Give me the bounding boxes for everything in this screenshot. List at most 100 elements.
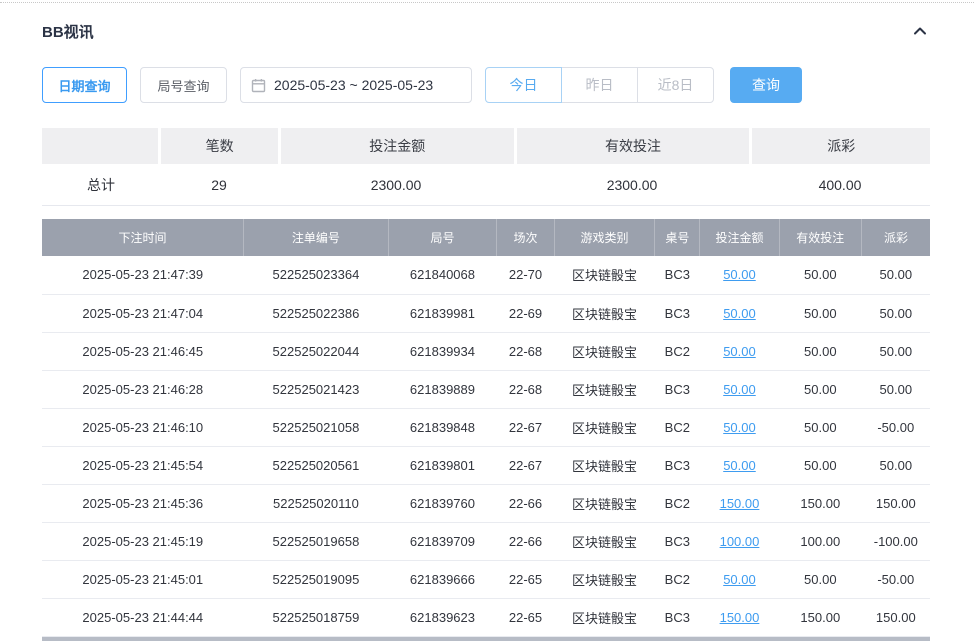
cell-table-no: BC3 bbox=[655, 256, 700, 294]
table-row: 2025-05-23 21:47:04 522525022386 6218399… bbox=[42, 294, 930, 332]
bet-amount-link[interactable]: 50.00 bbox=[723, 306, 756, 321]
quick-range-yesterday-button[interactable]: 昨日 bbox=[561, 67, 638, 103]
cell-bet-time: 2025-05-23 21:45:01 bbox=[42, 560, 244, 598]
quick-range-today-button[interactable]: 今日 bbox=[485, 67, 562, 103]
chevron-up-icon bbox=[912, 23, 928, 39]
date-range-input[interactable]: 2025-05-23 ~ 2025-05-23 bbox=[240, 67, 472, 103]
cell-bet-amount: 50.00 bbox=[700, 332, 779, 370]
cell-table-no: BC2 bbox=[655, 560, 700, 598]
bet-table-body: 2025-05-23 21:47:39 522525023364 6218400… bbox=[42, 256, 930, 636]
quick-range-last8days-button[interactable]: 近8日 bbox=[637, 67, 714, 103]
cell-valid-bet: 50.00 bbox=[779, 560, 862, 598]
cell-game-type: 区块链骰宝 bbox=[554, 256, 654, 294]
cell-valid-bet: 100.00 bbox=[779, 522, 862, 560]
bb-video-panel: BB视讯 日期查询 局号查询 2025-05-23 ~ 2025-05-23 今… bbox=[42, 18, 930, 637]
bet-amount-link[interactable]: 50.00 bbox=[723, 382, 756, 397]
cell-table-no: BC2 bbox=[655, 332, 700, 370]
bet-amount-link[interactable]: 50.00 bbox=[723, 267, 756, 282]
cell-game-type: 区块链骰宝 bbox=[554, 294, 654, 332]
cell-round-no: 621839848 bbox=[388, 408, 496, 446]
cell-bet-time: 2025-05-23 21:46:28 bbox=[42, 370, 244, 408]
cell-bet-time: 2025-05-23 21:45:19 bbox=[42, 522, 244, 560]
cell-session: 22-67 bbox=[497, 408, 555, 446]
cell-payout: 50.00 bbox=[862, 294, 930, 332]
cell-session: 22-65 bbox=[497, 560, 555, 598]
cell-order-no: 522525023364 bbox=[244, 256, 389, 294]
bet-amount-link[interactable]: 50.00 bbox=[723, 344, 756, 359]
summary-total-count: 29 bbox=[160, 177, 278, 193]
cell-bet-amount: 100.00 bbox=[700, 522, 779, 560]
bet-amount-link[interactable]: 150.00 bbox=[720, 610, 760, 625]
cell-game-type: 区块链骰宝 bbox=[554, 446, 654, 484]
cell-payout: -100.00 bbox=[862, 522, 930, 560]
cell-order-no: 522525020561 bbox=[244, 446, 389, 484]
col-header-game-type: 游戏类别 bbox=[554, 219, 654, 256]
col-header-valid-bet: 有效投注 bbox=[779, 219, 862, 256]
summary-header-count: 笔数 bbox=[161, 128, 277, 164]
cell-round-no: 621839889 bbox=[388, 370, 496, 408]
cell-valid-bet: 50.00 bbox=[779, 294, 862, 332]
date-range-value: 2025-05-23 ~ 2025-05-23 bbox=[274, 77, 433, 93]
date-query-tab-button[interactable]: 日期查询 bbox=[42, 67, 127, 103]
summary-header-valid-bet: 有效投注 bbox=[517, 128, 750, 164]
bet-amount-link[interactable]: 100.00 bbox=[720, 534, 760, 549]
cell-game-type: 区块链骰宝 bbox=[554, 522, 654, 560]
cell-round-no: 621839709 bbox=[388, 522, 496, 560]
bet-amount-link[interactable]: 50.00 bbox=[723, 458, 756, 473]
table-row: 2025-05-23 21:45:19 522525019658 6218397… bbox=[42, 522, 930, 560]
cell-game-type: 区块链骰宝 bbox=[554, 408, 654, 446]
bet-amount-link[interactable]: 50.00 bbox=[723, 420, 756, 435]
round-query-tab-button[interactable]: 局号查询 bbox=[140, 67, 227, 103]
cell-bet-time: 2025-05-23 21:47:39 bbox=[42, 256, 244, 294]
cell-game-type: 区块链骰宝 bbox=[554, 484, 654, 522]
cell-round-no: 621839981 bbox=[388, 294, 496, 332]
cell-payout: -50.00 bbox=[862, 560, 930, 598]
summary-header-payout: 派彩 bbox=[752, 128, 930, 164]
cell-order-no: 522525018759 bbox=[244, 598, 389, 636]
summary-total-label: 总计 bbox=[42, 175, 160, 195]
col-header-bet-time: 下注时间 bbox=[42, 219, 244, 256]
bet-amount-link[interactable]: 150.00 bbox=[720, 496, 760, 511]
cell-bet-time: 2025-05-23 21:46:10 bbox=[42, 408, 244, 446]
cell-table-no: BC2 bbox=[655, 484, 700, 522]
col-header-order-no: 注单编号 bbox=[244, 219, 389, 256]
bet-amount-link[interactable]: 50.00 bbox=[723, 572, 756, 587]
cell-bet-time: 2025-05-23 21:47:04 bbox=[42, 294, 244, 332]
cell-valid-bet: 150.00 bbox=[779, 598, 862, 636]
cell-table-no: BC3 bbox=[655, 370, 700, 408]
table-row: 2025-05-23 21:45:54 522525020561 6218398… bbox=[42, 446, 930, 484]
summary-total-valid-bet: 2300.00 bbox=[514, 177, 750, 193]
cell-order-no: 522525020110 bbox=[244, 484, 389, 522]
cell-valid-bet: 50.00 bbox=[779, 446, 862, 484]
filter-toolbar: 日期查询 局号查询 2025-05-23 ~ 2025-05-23 今日 昨日 … bbox=[42, 67, 930, 103]
cell-payout: 50.00 bbox=[862, 370, 930, 408]
cell-round-no: 621839666 bbox=[388, 560, 496, 598]
cell-bet-time: 2025-05-23 21:45:54 bbox=[42, 446, 244, 484]
cell-game-type: 区块链骰宝 bbox=[554, 370, 654, 408]
cell-round-no: 621840068 bbox=[388, 256, 496, 294]
cell-valid-bet: 50.00 bbox=[779, 370, 862, 408]
col-header-payout: 派彩 bbox=[862, 219, 930, 256]
cell-session: 22-68 bbox=[497, 332, 555, 370]
cell-table-no: BC3 bbox=[655, 294, 700, 332]
page-title: BB视讯 bbox=[42, 21, 94, 42]
collapse-button[interactable] bbox=[910, 21, 930, 41]
cell-bet-amount: 50.00 bbox=[700, 370, 779, 408]
summary-total-row: 总计 29 2300.00 2300.00 400.00 bbox=[42, 164, 930, 206]
cell-game-type: 区块链骰宝 bbox=[554, 598, 654, 636]
next-row-partial-strip bbox=[42, 637, 930, 641]
cell-session: 22-68 bbox=[497, 370, 555, 408]
cell-bet-amount: 50.00 bbox=[700, 256, 779, 294]
cell-order-no: 522525022044 bbox=[244, 332, 389, 370]
cell-table-no: BC3 bbox=[655, 522, 700, 560]
cell-session: 22-70 bbox=[497, 256, 555, 294]
cell-payout: 50.00 bbox=[862, 256, 930, 294]
panel-title-bar: BB视讯 bbox=[42, 18, 930, 44]
search-button[interactable]: 查询 bbox=[730, 67, 802, 103]
cell-table-no: BC3 bbox=[655, 598, 700, 636]
table-row: 2025-05-23 21:46:28 522525021423 6218398… bbox=[42, 370, 930, 408]
cell-order-no: 522525021423 bbox=[244, 370, 389, 408]
bet-records-table: 下注时间 注单编号 局号 场次 游戏类别 桌号 投注金额 有效投注 派彩 202… bbox=[42, 219, 930, 637]
cell-payout: 50.00 bbox=[862, 446, 930, 484]
summary-total-bet-amount: 2300.00 bbox=[278, 177, 514, 193]
